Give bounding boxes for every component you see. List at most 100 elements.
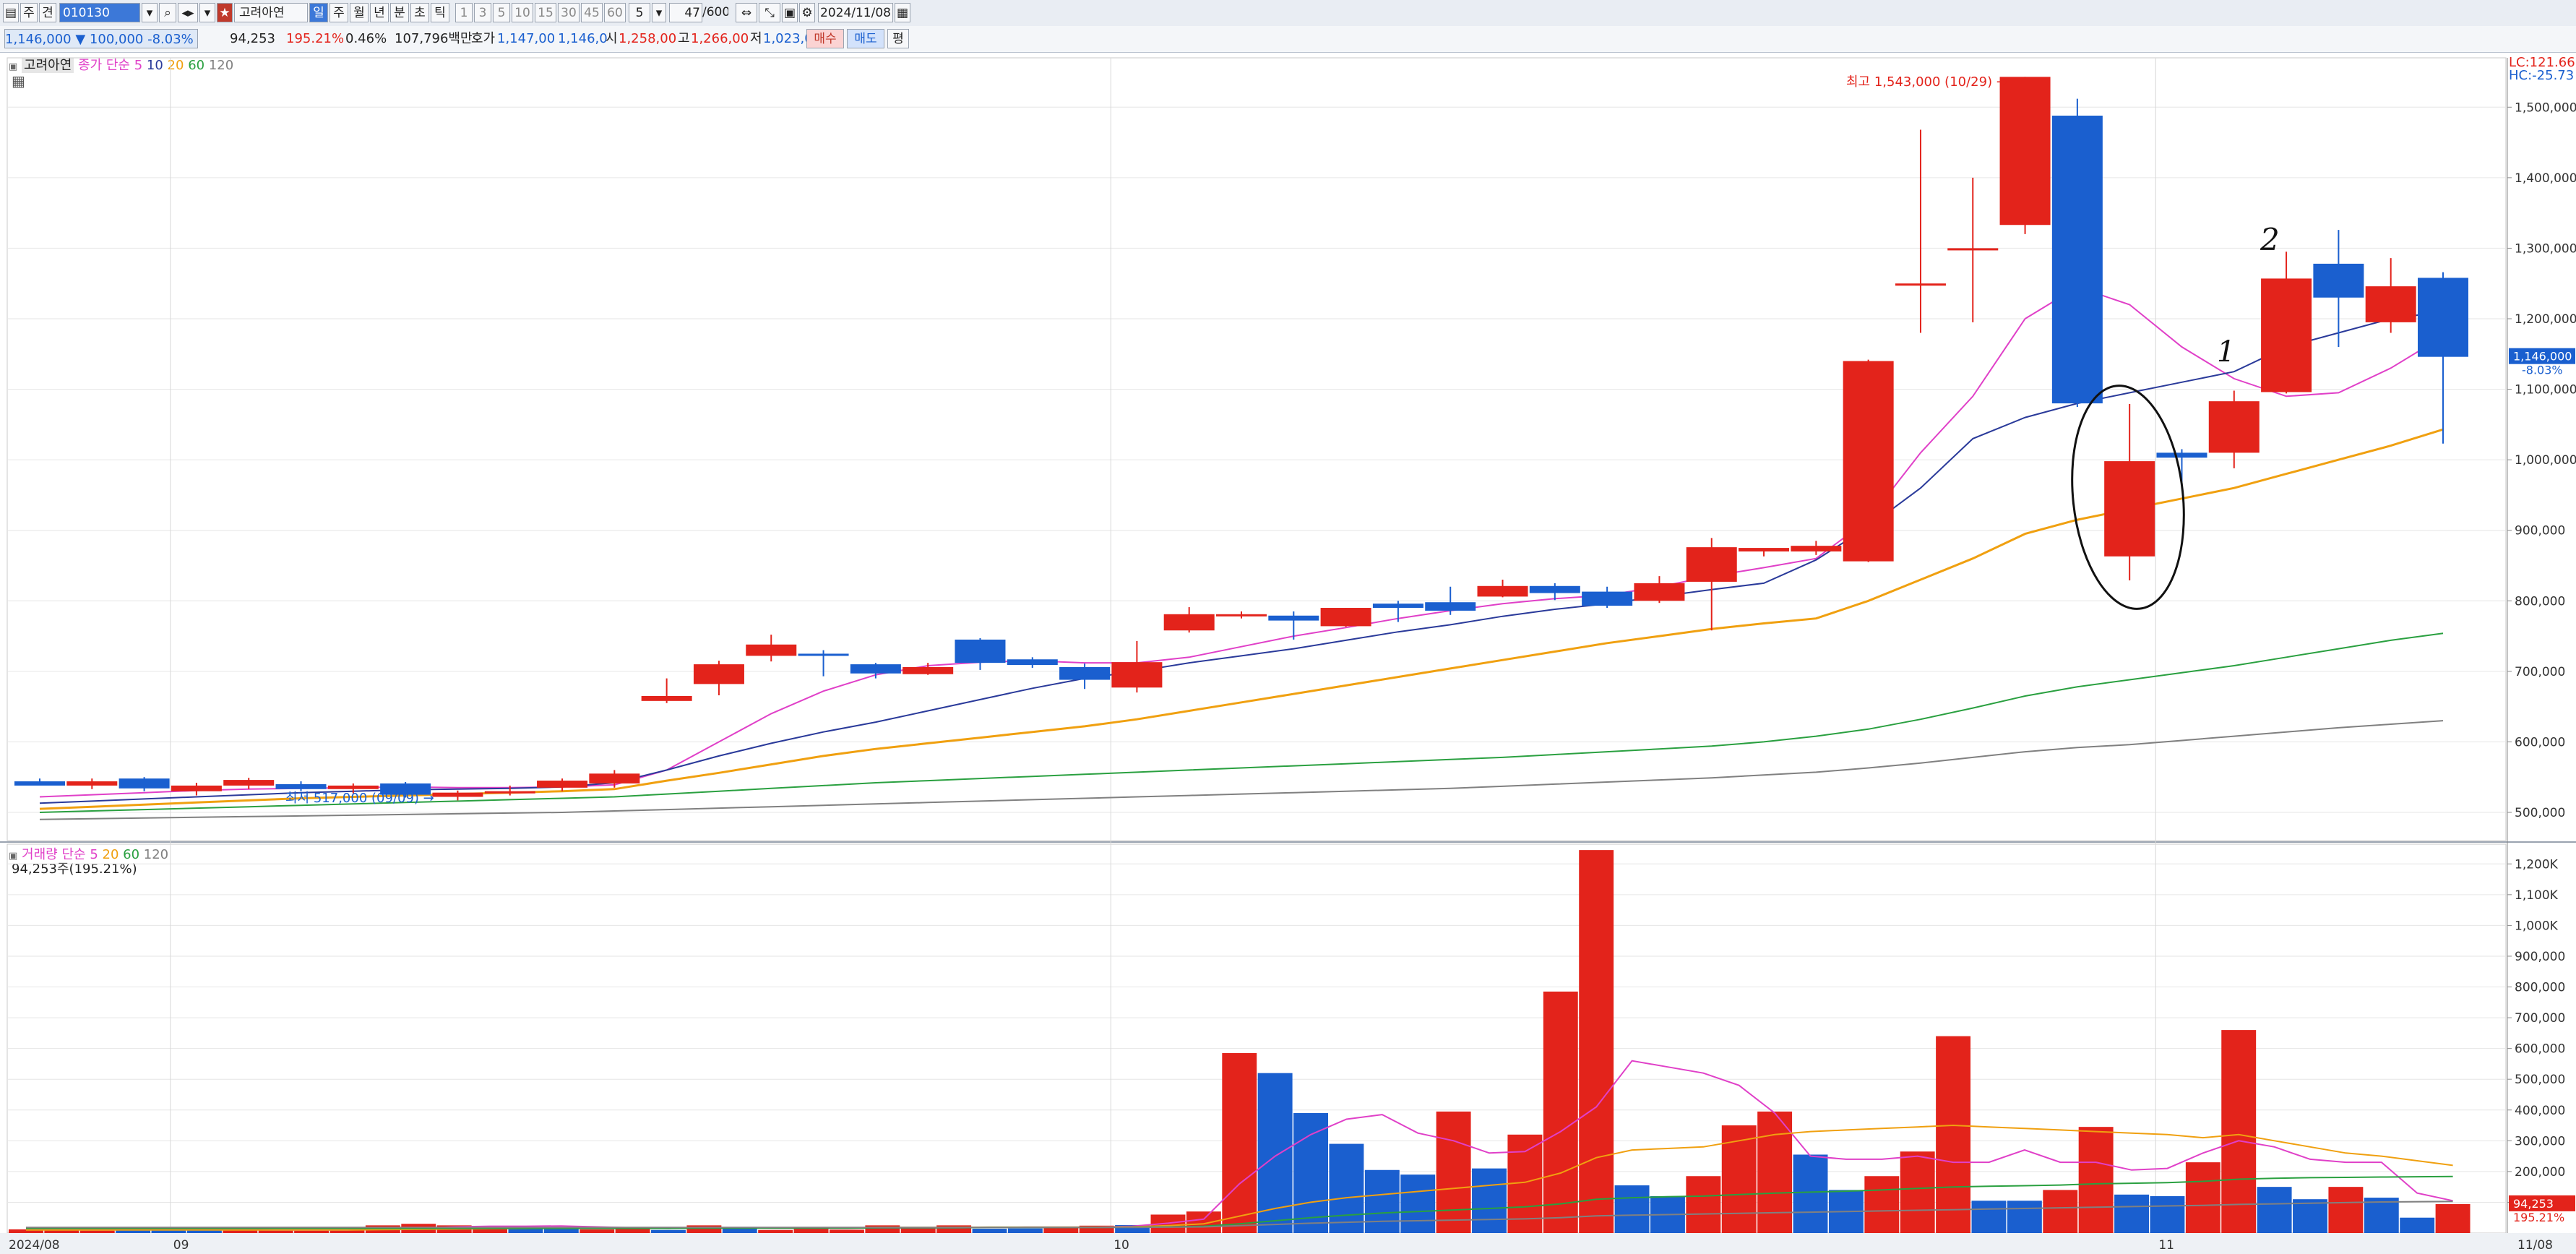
volume-bar	[258, 1230, 293, 1233]
current-price: 1,146,000	[5, 32, 72, 47]
volume-bar	[1222, 1053, 1257, 1233]
volume-tick-label: 400,000	[2515, 1104, 2565, 1118]
candle	[1686, 538, 1737, 631]
candle	[1947, 177, 1999, 322]
zoom-out-icon[interactable]: ⤡	[759, 3, 780, 22]
candle	[1216, 611, 1267, 619]
candle-body	[1111, 662, 1163, 688]
date-input[interactable]: 2024/11/08	[818, 3, 893, 22]
timeframe-week[interactable]: 주	[329, 3, 348, 22]
timeframe-second[interactable]: 초	[410, 3, 429, 22]
stock-list-dropdown-icon[interactable]: ▾	[199, 3, 215, 22]
minute-option-60[interactable]: 60	[604, 3, 626, 22]
search-icon[interactable]: ⌕	[159, 3, 176, 22]
candle	[2313, 230, 2364, 348]
grid	[0, 57, 2576, 1234]
high-label: 고	[678, 31, 690, 46]
stock-code-input[interactable]: 010130	[59, 3, 140, 22]
price-tick-label: 1,100,000	[2515, 383, 2576, 398]
favorite-icon[interactable]: ★	[217, 3, 233, 22]
minute-option-5[interactable]: 5	[493, 3, 510, 22]
volume-bar	[865, 1225, 900, 1233]
candle-body	[537, 781, 588, 788]
low-label: 저	[750, 31, 762, 46]
minute-option-45[interactable]: 45	[581, 3, 603, 22]
price-tick-label: 1,400,000	[2515, 171, 2576, 186]
timeframe-month[interactable]: 월	[350, 3, 369, 22]
stock-name: 고려아연	[234, 3, 308, 22]
candle-body	[1686, 547, 1737, 582]
candle-body	[2365, 286, 2416, 322]
candle-body	[275, 783, 327, 789]
timeframe-day[interactable]: 일	[309, 3, 328, 22]
volume-bar	[900, 1227, 936, 1233]
minute-option-3[interactable]: 3	[474, 3, 491, 22]
quote-bar: 1,146,000 ▼ 100,000 -8.03% 94,253 195.21…	[0, 26, 2576, 53]
candle	[693, 661, 744, 696]
candle-body	[641, 695, 692, 701]
volume-bar	[1971, 1201, 2007, 1233]
candles	[14, 77, 2468, 801]
volume-bar	[2435, 1203, 2471, 1233]
candle-body	[1895, 283, 1946, 286]
volume-tick-label: 1,100K	[2515, 888, 2559, 903]
volume-bar	[2150, 1195, 2185, 1233]
candle-body	[1529, 585, 1580, 593]
timeframe-tick[interactable]: 틱	[431, 3, 449, 22]
candle	[1895, 129, 1946, 333]
minute-option-1[interactable]: 1	[455, 3, 473, 22]
price-ma20-line	[39, 428, 2444, 810]
candle	[2261, 252, 2312, 394]
candle	[119, 777, 170, 791]
candle-body	[223, 780, 275, 786]
price-tick-label: 500,000	[2515, 806, 2565, 820]
count-input[interactable]: 5	[629, 3, 650, 22]
candle-body	[1007, 659, 1058, 666]
sell-button[interactable]: 매도	[847, 29, 884, 48]
volume-bar	[1721, 1125, 1757, 1233]
prev-stock-icon[interactable]: ◂▸	[178, 3, 198, 22]
save-icon[interactable]: ▣	[782, 3, 798, 22]
candle	[223, 778, 275, 789]
volume-bar	[1686, 1176, 1721, 1233]
candle	[1477, 580, 1528, 598]
volume-bar	[830, 1229, 864, 1233]
volume-bar	[1579, 850, 1614, 1233]
candle-body	[693, 664, 744, 684]
volume-tick-label: 1,200K	[2515, 857, 2559, 872]
minute-option-30[interactable]: 30	[558, 3, 580, 22]
settings-icon[interactable]: ⚙	[799, 3, 815, 22]
count-spinner-icon[interactable]: ▾	[652, 3, 666, 22]
volume-bar	[2293, 1199, 2327, 1233]
timeframe-year[interactable]: 년	[370, 3, 389, 22]
code-dropdown-icon[interactable]: ▾	[142, 3, 158, 22]
buy-button[interactable]: 매수	[806, 29, 844, 48]
candle	[746, 635, 797, 662]
average-button[interactable]: 평	[887, 29, 909, 48]
candle-body	[2051, 116, 2103, 404]
period-button-view[interactable]: 견	[39, 3, 56, 22]
open-price: 1,258,00	[619, 31, 677, 46]
page-count-input[interactable]: 47	[669, 3, 702, 22]
candle-body	[850, 664, 901, 674]
handwritten-mark-2: 2	[2260, 222, 2280, 257]
current-price-tag: 1,146,000	[2513, 350, 2572, 364]
zoom-in-icon[interactable]: ⇔	[736, 3, 757, 22]
chart-menu-icon[interactable]: ▤	[3, 3, 19, 22]
volume-tick-label: 300,000	[2515, 1134, 2565, 1148]
candle	[171, 782, 222, 796]
candle	[1372, 601, 1423, 622]
candle	[1059, 663, 1111, 690]
minute-option-10[interactable]: 10	[512, 3, 533, 22]
candle-body	[1999, 77, 2051, 226]
candle	[2104, 404, 2155, 580]
calendar-icon[interactable]: ▦	[895, 3, 910, 22]
volume-bar	[1936, 1036, 1971, 1233]
candle	[1268, 611, 1319, 640]
period-button-week[interactable]: 주	[20, 3, 38, 22]
candle-body	[432, 792, 483, 797]
timeframe-minute[interactable]: 분	[390, 3, 409, 22]
volume-tick-label: 800,000	[2515, 981, 2565, 995]
minute-option-15[interactable]: 15	[535, 3, 556, 22]
stock-chart[interactable]: 500,000 600,000 700,000 800,000 900,000 1,000…	[0, 52, 2576, 1254]
